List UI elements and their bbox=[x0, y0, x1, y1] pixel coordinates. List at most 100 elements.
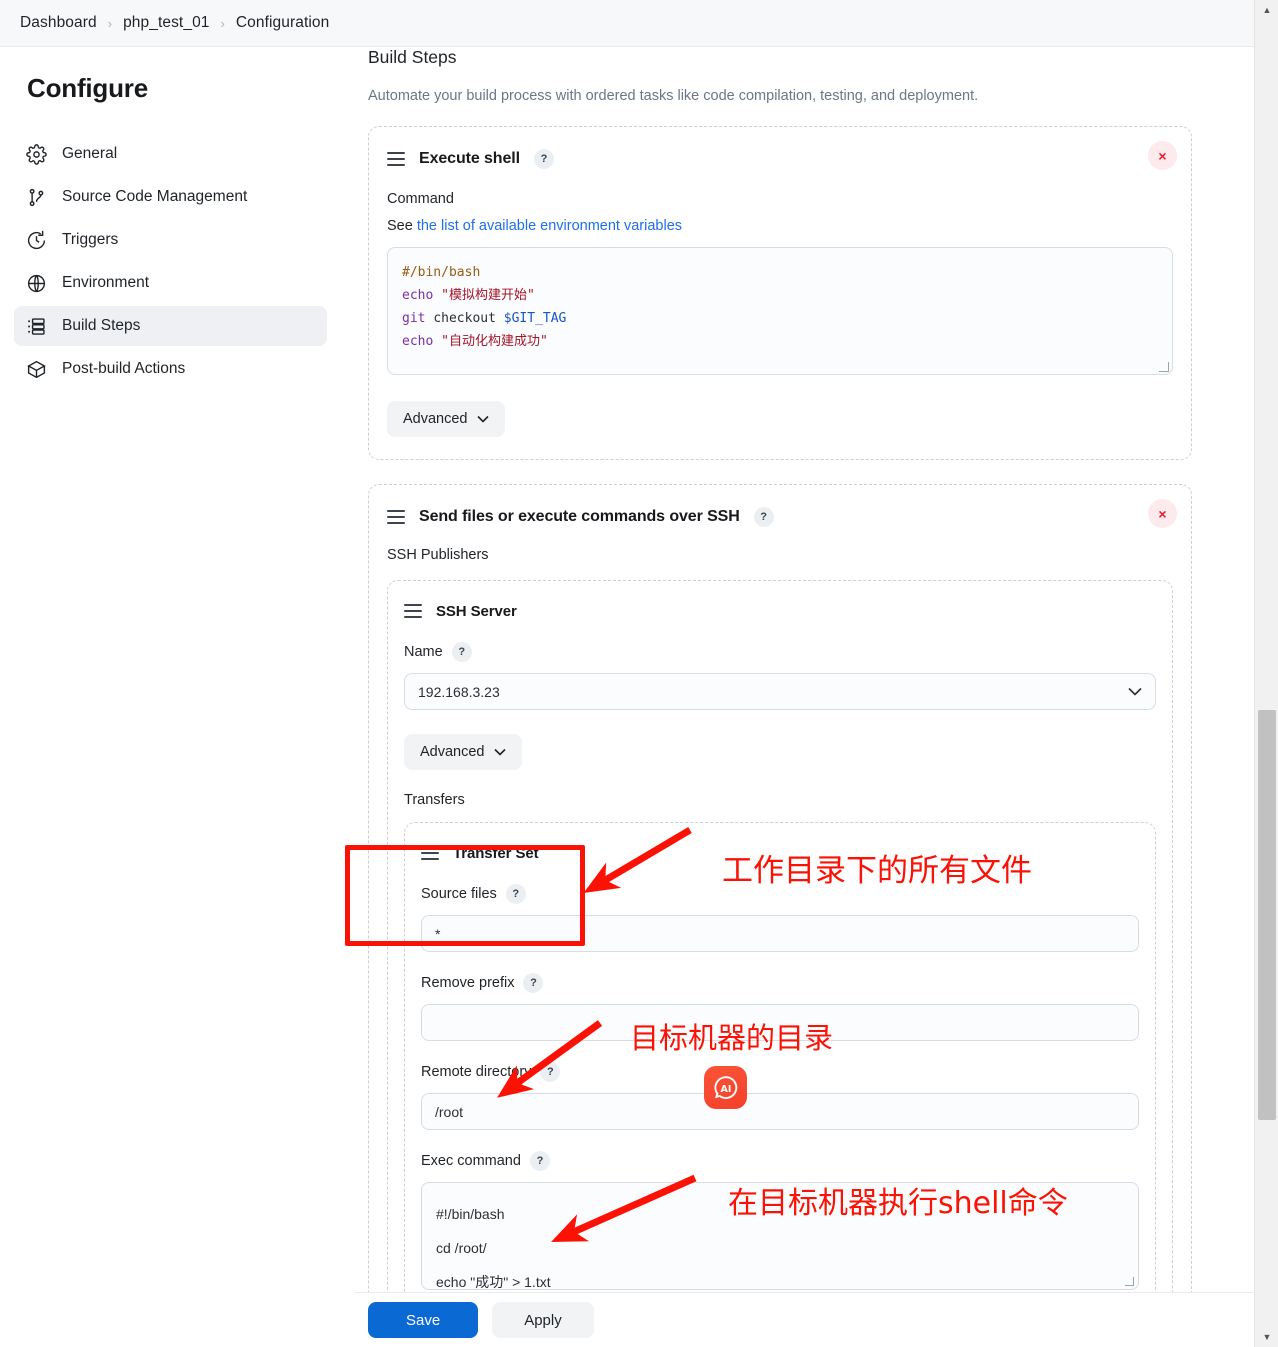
remove-prefix-label-text: Remove prefix bbox=[421, 975, 515, 991]
card-header: SSH Server bbox=[404, 597, 1156, 625]
main-content: Build Steps Automate your build process … bbox=[355, 47, 1254, 1300]
annotation-note-3: 在目标机器执行shell命令 bbox=[728, 1186, 1068, 1221]
ai-badge-icon: AI bbox=[704, 1066, 747, 1109]
resize-handle-icon[interactable] bbox=[1125, 1277, 1134, 1286]
globe-icon bbox=[26, 273, 47, 294]
sidebar-item-build-steps[interactable]: Build Steps bbox=[14, 306, 327, 346]
env-vars-line: See the list of available environment va… bbox=[387, 218, 1173, 234]
gear-icon bbox=[26, 143, 47, 165]
name-field-label: Name ? bbox=[404, 642, 1156, 662]
code-line-3-keyword: git bbox=[402, 311, 426, 326]
ssh-server-name-value: 192.168.3.23 bbox=[418, 683, 500, 700]
sidebar-item-label: Build Steps bbox=[62, 317, 141, 334]
chevron-down-icon bbox=[476, 411, 489, 427]
env-vars-link[interactable]: the list of available environment variab… bbox=[417, 218, 682, 234]
help-icon[interactable]: ? bbox=[523, 973, 544, 993]
advanced-label: Advanced bbox=[403, 411, 468, 427]
clock-icon bbox=[26, 230, 47, 251]
save-button[interactable]: Save bbox=[368, 1302, 479, 1338]
source-files-input[interactable]: * bbox=[421, 915, 1139, 952]
sidebar-item-source-code-management[interactable]: Source Code Management bbox=[14, 177, 327, 217]
exec-command-line-3: echo "成功" > 1.txt bbox=[436, 1274, 551, 1290]
scroll-up-icon[interactable]: ▲ bbox=[1255, 0, 1278, 20]
ssh-publishers-label: SSH Publishers bbox=[387, 547, 489, 563]
resize-handle-icon[interactable] bbox=[1159, 362, 1169, 372]
apply-button[interactable]: Apply bbox=[492, 1302, 594, 1338]
exec-command-line-2: cd /root/ bbox=[436, 1240, 487, 1256]
code-line-2-keyword: echo bbox=[402, 288, 434, 303]
breadcrumb-item-project[interactable]: php_test_01 bbox=[123, 14, 209, 32]
drag-handle-icon[interactable] bbox=[404, 604, 422, 618]
remote-directory-label-text: Remote directory bbox=[421, 1064, 532, 1080]
sidebar-item-general[interactable]: General bbox=[14, 134, 327, 174]
sidebar-item-label: General bbox=[62, 145, 118, 162]
card-title: Execute shell bbox=[419, 150, 520, 167]
ssh-server-name-select[interactable]: 192.168.3.23 bbox=[404, 673, 1156, 710]
code-line-3-plain: checkout bbox=[433, 311, 496, 326]
build-step-execute-shell: × Execute shell ? Command See the list o… bbox=[368, 126, 1192, 460]
card-header: Execute shell ? bbox=[387, 145, 1173, 173]
sidebar-item-label: Triggers bbox=[62, 231, 119, 248]
drag-handle-icon[interactable] bbox=[421, 846, 439, 860]
sidebar-item-label: Source Code Management bbox=[62, 188, 248, 205]
list-icon bbox=[26, 316, 47, 337]
sidebar-item-label: Post-build Actions bbox=[62, 360, 186, 377]
code-line-1: #/bin/bash bbox=[402, 265, 481, 280]
vertical-scrollbar[interactable]: ▲ ▼ bbox=[1254, 0, 1278, 1347]
chevron-right-icon: › bbox=[107, 15, 113, 31]
code-line-4-string: "自动化构建成功" bbox=[441, 334, 548, 349]
remote-directory-label: Remote directory ? bbox=[421, 1062, 1139, 1082]
section-subtitle: Automate your build process with ordered… bbox=[368, 88, 979, 104]
sidebar: Configure General Source Code Management bbox=[0, 47, 355, 1300]
scroll-down-icon[interactable]: ▼ bbox=[1255, 1327, 1278, 1347]
breadcrumb-item-configuration: Configuration bbox=[235, 14, 330, 31]
see-text: See bbox=[387, 218, 417, 234]
advanced-button-ssh-server[interactable]: Advanced bbox=[404, 734, 522, 770]
help-icon[interactable]: ? bbox=[753, 507, 774, 527]
scrollbar-thumb[interactable] bbox=[1258, 710, 1276, 1120]
exec-command-label: Exec command ? bbox=[421, 1151, 1139, 1171]
section-title: Build Steps bbox=[368, 47, 457, 67]
form-action-bar: Save Apply bbox=[355, 1292, 1254, 1347]
breadcrumb: Dashboard › php_test_01 › Configuration bbox=[0, 0, 1254, 47]
sidebar-item-triggers[interactable]: Triggers bbox=[14, 220, 327, 260]
annotation-note-1: 工作目录下的所有文件 bbox=[722, 853, 1032, 889]
drag-handle-icon[interactable] bbox=[387, 510, 405, 524]
close-icon[interactable]: × bbox=[1148, 141, 1177, 170]
remote-directory-input[interactable]: /root bbox=[421, 1093, 1139, 1130]
chevron-right-icon: › bbox=[220, 15, 225, 31]
sidebar-item-label: Environment bbox=[62, 274, 150, 291]
card-title: SSH Server bbox=[436, 602, 517, 620]
command-editor[interactable]: #/bin/bash echo "模拟构建开始" git checkout $G… bbox=[387, 247, 1173, 375]
transfers-label: Transfers bbox=[404, 792, 465, 808]
close-icon[interactable]: × bbox=[1148, 499, 1177, 528]
chevron-down-icon bbox=[1128, 684, 1142, 699]
remove-prefix-label: Remove prefix ? bbox=[421, 973, 1139, 993]
sidebar-item-post-build-actions[interactable]: Post-build Actions bbox=[14, 349, 327, 389]
source-files-label-text: Source files bbox=[421, 886, 497, 902]
card-title: Transfer Set bbox=[453, 844, 539, 862]
annotation-note-2: 目标机器的目录 bbox=[630, 1021, 834, 1055]
command-label: Command bbox=[387, 191, 454, 207]
git-branch-icon bbox=[26, 187, 47, 208]
help-icon[interactable]: ? bbox=[540, 1062, 561, 1082]
help-icon[interactable]: ? bbox=[505, 884, 526, 904]
help-icon[interactable]: ? bbox=[533, 149, 554, 169]
page-title: Configure bbox=[27, 73, 148, 103]
code-line-2-string: "模拟构建开始" bbox=[441, 288, 535, 303]
help-icon[interactable]: ? bbox=[529, 1151, 550, 1171]
card-header: Send files or execute commands over SSH … bbox=[387, 503, 1173, 531]
advanced-button-shell[interactable]: Advanced bbox=[387, 401, 505, 437]
name-label-text: Name bbox=[404, 644, 443, 660]
breadcrumb-item-dashboard[interactable]: Dashboard bbox=[20, 14, 97, 32]
chevron-down-icon bbox=[493, 744, 506, 760]
code-line-4-keyword: echo bbox=[402, 334, 434, 349]
card-title: Send files or execute commands over SSH bbox=[419, 508, 740, 525]
box-icon bbox=[26, 359, 47, 380]
ai-badge-text: AI bbox=[720, 1084, 731, 1095]
sidebar-item-environment[interactable]: Environment bbox=[14, 263, 327, 303]
help-icon[interactable]: ? bbox=[451, 642, 472, 662]
code-line-3-variable: $GIT_TAG bbox=[503, 311, 567, 326]
drag-handle-icon[interactable] bbox=[387, 152, 405, 166]
advanced-label: Advanced bbox=[420, 744, 485, 760]
